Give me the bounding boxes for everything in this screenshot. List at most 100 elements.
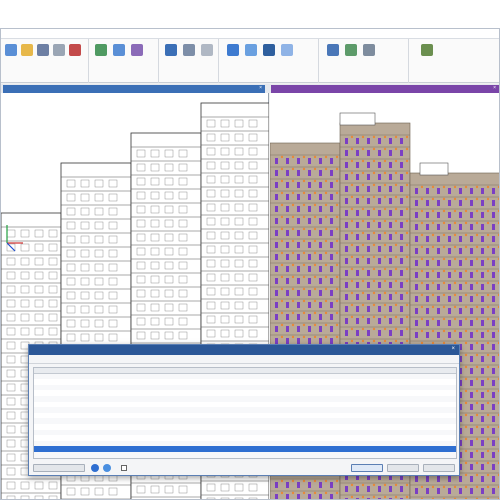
anchor-mark [442,257,446,261]
anchor-mark [313,275,317,279]
open-icon[interactable] [21,44,33,56]
anchor-mark [420,233,424,237]
section-icon[interactable] [183,44,195,56]
opening-mark [275,194,278,200]
anchor-mark [383,327,387,331]
opening-mark [481,284,484,290]
opening-mark [448,296,451,302]
element-table[interactable] [33,367,457,459]
opening-mark [389,138,392,144]
close-icon[interactable]: × [493,85,496,91]
anchor-mark [486,245,490,249]
settings-icon[interactable] [201,44,213,56]
ribbon-group-file [1,39,89,83]
export-icon[interactable] [345,44,357,56]
apply-checkbox[interactable] [121,465,127,471]
anchor-mark [405,267,409,271]
opening-mark [367,294,370,300]
anchor-mark [313,155,317,159]
opening-mark [389,294,392,300]
delete-icon[interactable] [69,44,81,56]
opening-mark [470,356,473,362]
close-icon[interactable]: × [259,85,262,91]
opening-mark [492,380,495,386]
opening-mark [286,170,289,176]
opening-mark [426,260,429,266]
opening-mark [286,494,289,499]
anchor-mark [302,191,306,195]
select-icon[interactable] [95,44,107,56]
anchor-mark [361,255,365,259]
anchor-mark [475,305,479,309]
anchor-mark [405,147,409,151]
opening-mark [470,308,473,314]
opening-mark [481,248,484,254]
opening-mark [345,138,348,144]
anchor-mark [324,323,328,327]
opening-mark [378,234,381,240]
close-icon[interactable]: × [451,346,455,352]
opening-mark [470,440,473,446]
anchor-mark [372,495,376,499]
document-icon[interactable] [5,44,17,56]
layers-icon[interactable] [131,44,143,56]
filter-dropdown[interactable] [33,464,85,472]
opening-mark [437,476,440,482]
ribbon-group-view [159,39,219,83]
table-icon[interactable] [263,44,275,56]
anchor-mark [302,239,306,243]
anchor-mark [280,155,284,159]
anchor-mark [383,195,387,199]
filter-icon[interactable] [113,44,125,56]
view-icon[interactable] [165,44,177,56]
opening-mark [481,296,484,302]
anchor-mark [291,167,295,171]
ok-button[interactable] [351,464,383,472]
opening-mark [426,188,429,194]
opening-mark [367,486,370,492]
anchor-mark [420,257,424,261]
opening-mark [437,188,440,194]
opening-mark [378,282,381,288]
save-icon[interactable] [37,44,49,56]
opening-mark [275,494,278,499]
opening-mark [356,198,359,204]
anchor-mark [313,263,317,267]
tab-left-viewport[interactable]: × [3,85,265,93]
anchor-mark [420,305,424,309]
anchor-mark [486,305,490,309]
render-icon[interactable] [327,44,339,56]
tab-right-viewport[interactable]: × [271,85,499,93]
opening-mark [308,206,311,212]
table-row[interactable] [34,451,456,458]
anchor-mark [431,305,435,309]
anchor-mark [280,179,284,183]
opening-mark [389,210,392,216]
anchor-mark [394,291,398,295]
opening-mark [378,138,381,144]
anchor-mark [486,353,490,357]
opening-mark [481,404,484,410]
anchor-mark [335,491,339,495]
cancel-button[interactable] [423,464,455,472]
prev-icon[interactable] [91,464,99,472]
report-icon[interactable] [421,44,433,56]
import-icon[interactable] [363,44,375,56]
align-icon[interactable] [281,44,293,56]
opening-mark [356,246,359,252]
apply-button[interactable] [387,464,419,472]
opening-mark [459,200,462,206]
grid-icon[interactable] [245,44,257,56]
opening-mark [297,314,300,320]
anchor-mark [291,263,295,267]
opening-mark [330,314,333,320]
opening-mark [492,260,495,266]
anchor-mark [394,339,398,343]
opening-mark [389,306,392,312]
opening-mark [330,494,333,499]
opening-mark [367,270,370,276]
next-icon[interactable] [103,464,111,472]
cube-icon[interactable] [227,44,239,56]
anchor-mark [335,155,339,159]
print-icon[interactable] [53,44,65,56]
